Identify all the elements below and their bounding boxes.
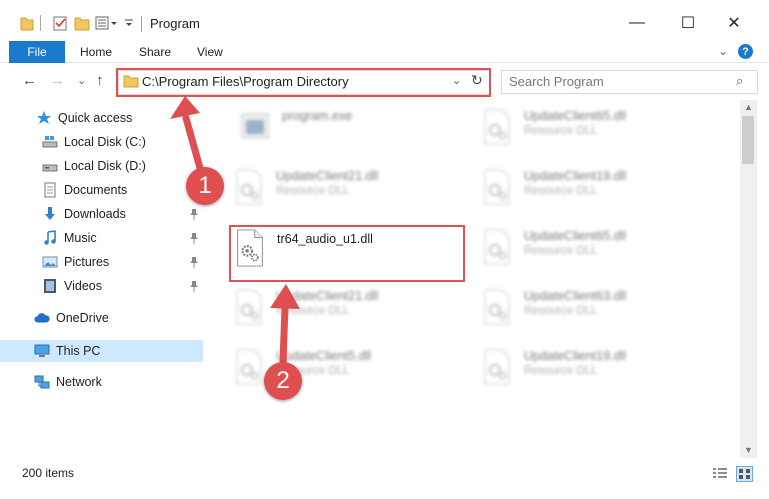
step-1-callout: 1 bbox=[186, 167, 224, 205]
step-2-callout: 2 bbox=[264, 362, 302, 400]
arrow-1-shaft bbox=[182, 114, 204, 172]
arrow-2-head bbox=[270, 284, 300, 309]
arrow-1-head bbox=[170, 96, 200, 119]
annotation-arrows bbox=[170, 96, 300, 366]
arrow-2-shaft bbox=[279, 304, 289, 366]
